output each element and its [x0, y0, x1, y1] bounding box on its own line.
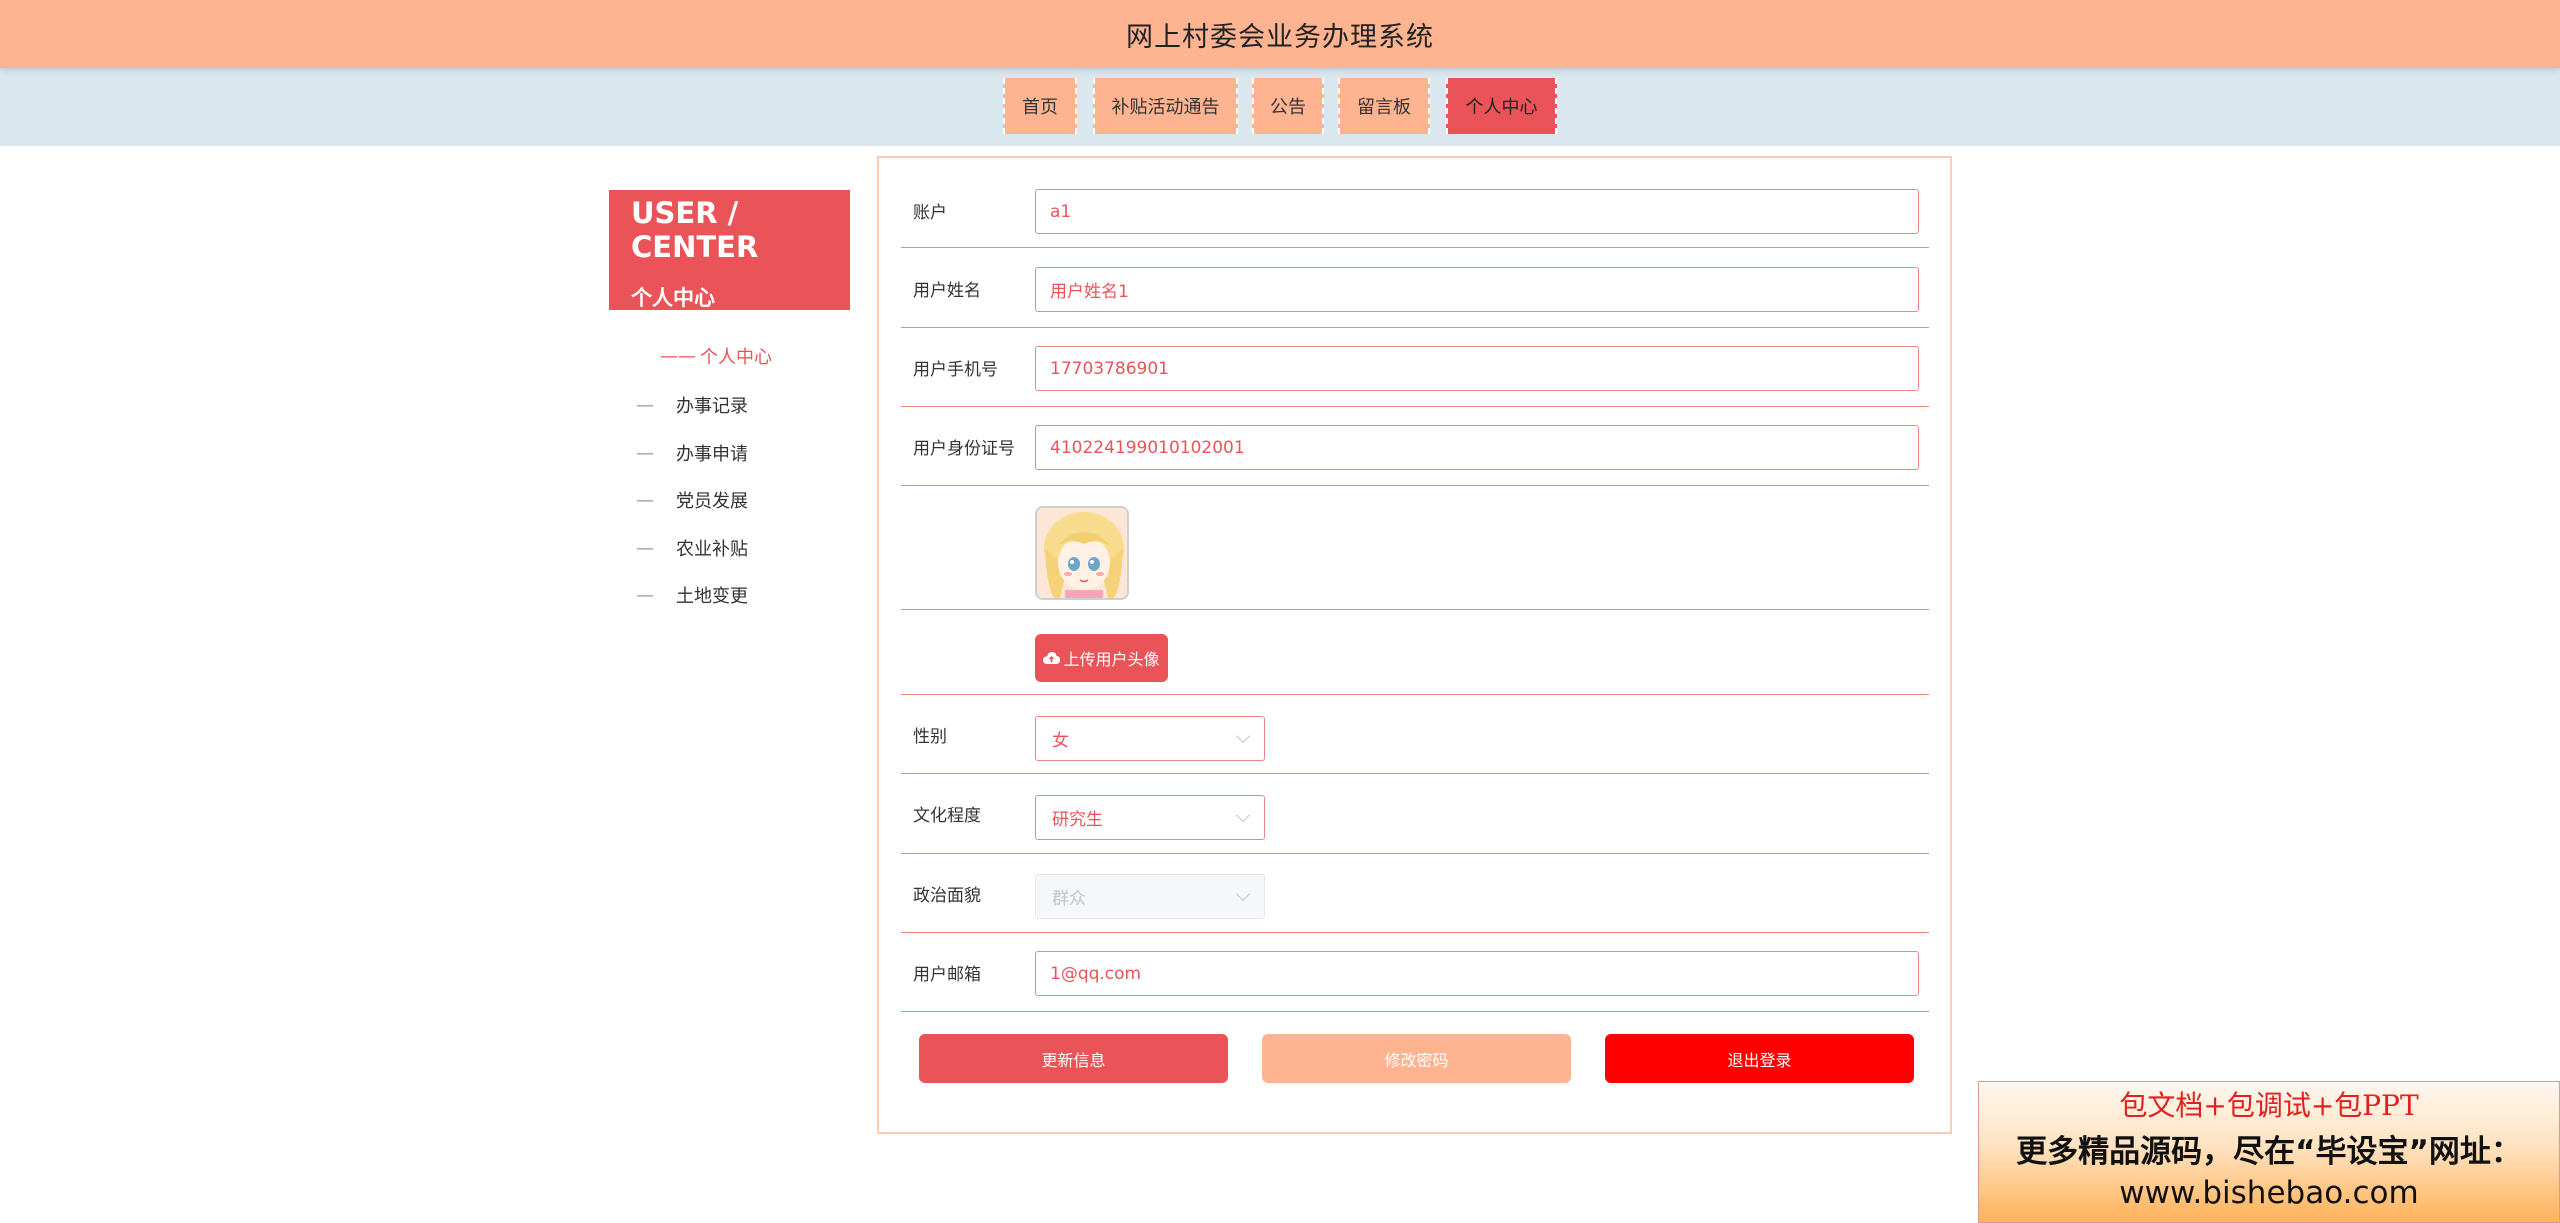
dash-icon: —: [636, 394, 654, 416]
update-info-button[interactable]: 更新信息: [919, 1034, 1228, 1083]
politics-value: 群众: [1052, 889, 1086, 909]
education-select[interactable]: 研究生: [1035, 795, 1265, 840]
nav-announcement[interactable]: 公告: [1252, 78, 1324, 134]
form-row-avatar: [901, 486, 1929, 610]
sidebar-item-label: 办事申请: [676, 444, 748, 465]
form-row-name: 用户姓名 用户姓名1: [901, 248, 1929, 328]
active-indicator: ——: [660, 345, 696, 367]
phone-input[interactable]: 17703786901: [1035, 346, 1919, 391]
change-password-button[interactable]: 修改密码: [1262, 1034, 1571, 1083]
user-avatar: [1035, 506, 1129, 600]
form-row-phone: 用户手机号 17703786901: [901, 328, 1929, 407]
gender-select[interactable]: 女: [1035, 716, 1265, 761]
nav-user-center[interactable]: 个人中心: [1446, 78, 1557, 134]
name-input[interactable]: 用户姓名1: [1035, 267, 1919, 312]
watermark-line-2: 更多精品源码，尽在“毕设宝”网址：: [2016, 1134, 2522, 1170]
form-row-education: 文化程度 研究生: [901, 774, 1929, 854]
chevron-down-icon: [1235, 807, 1251, 823]
sidebar-item-label: 办事记录: [676, 396, 748, 417]
sidebar-item-label: 个人中心: [700, 347, 772, 368]
watermark-line-3: www.bishebao.com: [2119, 1175, 2419, 1211]
sidebar-item-label: 农业补贴: [676, 539, 748, 560]
form-row-email: 用户邮箱 1@qq.com: [901, 933, 1929, 1012]
name-label: 用户姓名: [913, 281, 981, 301]
nav-message-board[interactable]: 留言板: [1338, 78, 1430, 134]
email-input[interactable]: 1@qq.com: [1035, 951, 1919, 996]
politics-select: 群众: [1035, 874, 1265, 919]
upload-avatar-button[interactable]: 上传用户头像: [1035, 634, 1168, 682]
sidebar-item-user-center[interactable]: —— 个人中心: [660, 343, 772, 369]
sidebar-item-label: 党员发展: [676, 491, 748, 512]
watermark-banner: 包文档+包调试+包PPT 更多精品源码，尽在“毕设宝”网址： www.bishe…: [1978, 1081, 2560, 1223]
upload-avatar-label: 上传用户头像: [1063, 650, 1160, 669]
id-card-input[interactable]: 410224199010102001: [1035, 425, 1919, 470]
nav-home[interactable]: 首页: [1003, 78, 1077, 134]
education-label: 文化程度: [913, 806, 981, 826]
dash-icon: —: [636, 489, 654, 511]
email-label: 用户邮箱: [913, 965, 981, 985]
dash-icon: —: [636, 584, 654, 606]
sidebar-banner-title-zh: 个人中心: [631, 286, 715, 310]
sidebar-item-application[interactable]: — 办事申请: [636, 440, 748, 466]
sidebar-item-label: 土地变更: [676, 586, 748, 607]
form-row-upload: 上传用户头像: [901, 610, 1929, 695]
cloud-upload-icon: [1043, 652, 1061, 664]
education-value: 研究生: [1052, 810, 1103, 830]
top-nav: 首页 补贴活动通告 公告 留言板 个人中心: [0, 68, 2560, 146]
logout-button[interactable]: 退出登录: [1605, 1034, 1914, 1083]
nav-subsidy-notice[interactable]: 补贴活动通告: [1093, 78, 1238, 134]
sidebar-banner: USER / CENTER 个人中心: [609, 190, 850, 310]
app-header: 网上村委会业务办理系统: [0, 0, 2560, 68]
gender-label: 性别: [913, 727, 947, 747]
form-row-politics: 政治面貌 群众: [901, 854, 1929, 933]
sidebar-item-land-change[interactable]: — 土地变更: [636, 582, 748, 608]
chevron-down-icon: [1235, 728, 1251, 744]
avatar-image: [1037, 508, 1127, 598]
app-title: 网上村委会业务办理系统: [1126, 21, 1434, 53]
gender-value: 女: [1052, 731, 1069, 751]
sidebar-item-agri-subsidy[interactable]: — 农业补贴: [636, 535, 748, 561]
user-info-form: 账户 a1 用户姓名 用户姓名1 用户手机号 17703786901 用户身份证…: [877, 156, 1952, 1134]
sidebar-item-party-development[interactable]: — 党员发展: [636, 487, 748, 513]
politics-label: 政治面貌: [913, 886, 981, 906]
sidebar-item-records[interactable]: — 办事记录: [636, 392, 748, 418]
form-row-id-card: 用户身份证号 410224199010102001: [901, 407, 1929, 486]
id-card-label: 用户身份证号: [913, 439, 1015, 459]
watermark-line-1: 包文档+包调试+包PPT: [2119, 1089, 2419, 1122]
dash-icon: —: [636, 442, 654, 464]
account-label: 账户: [913, 203, 947, 223]
form-row-account: 账户 a1: [901, 178, 1929, 248]
sidebar-banner-title-en: USER / CENTER: [631, 196, 759, 264]
account-input[interactable]: a1: [1035, 189, 1919, 234]
form-row-gender: 性别 女: [901, 695, 1929, 774]
chevron-down-icon: [1235, 886, 1251, 902]
dash-icon: —: [636, 537, 654, 559]
phone-label: 用户手机号: [913, 360, 998, 380]
